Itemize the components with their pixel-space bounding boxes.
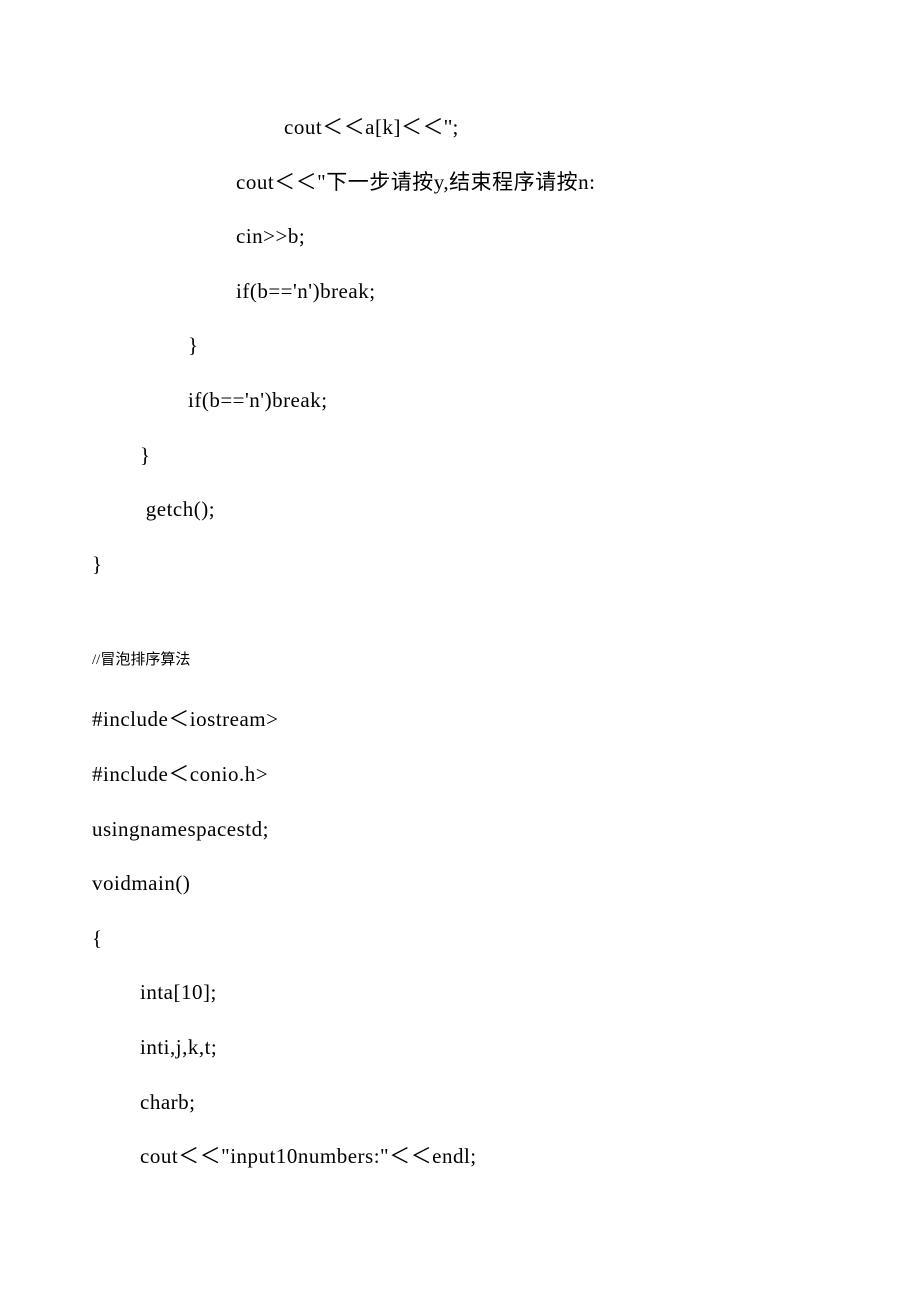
code-line: #include＜iostream> [92,692,920,747]
code-line: voidmain() [92,856,920,911]
code-line: } [140,428,920,483]
code-line: { [92,911,920,966]
code-line: charb; [140,1075,920,1130]
comment-line: //冒泡排序算法 [92,641,920,680]
code-line: if(b=='n')break; [140,373,920,428]
code-line: cin>>b; [140,209,920,264]
code-line: } [92,537,920,592]
code-line: inti,j,k,t; [140,1020,920,1075]
code-line: } [140,318,920,373]
code-line: cout＜＜"下一步请按y,结束程序请按n: [140,155,920,210]
code-line: usingnamespacestd; [92,802,920,857]
document-content: cout＜＜a[k]＜＜''; cout＜＜"下一步请按y,结束程序请按n: c… [0,100,920,1184]
code-line: #include＜conio.h> [92,747,920,802]
code-line: if(b=='n')break; [140,264,920,319]
code-line: cout＜＜a[k]＜＜''; [140,100,920,155]
code-line: getch(); [140,482,920,537]
code-line: cout＜＜"input10numbers:"＜＜endl; [140,1129,920,1184]
code-line: inta[10]; [140,965,920,1020]
